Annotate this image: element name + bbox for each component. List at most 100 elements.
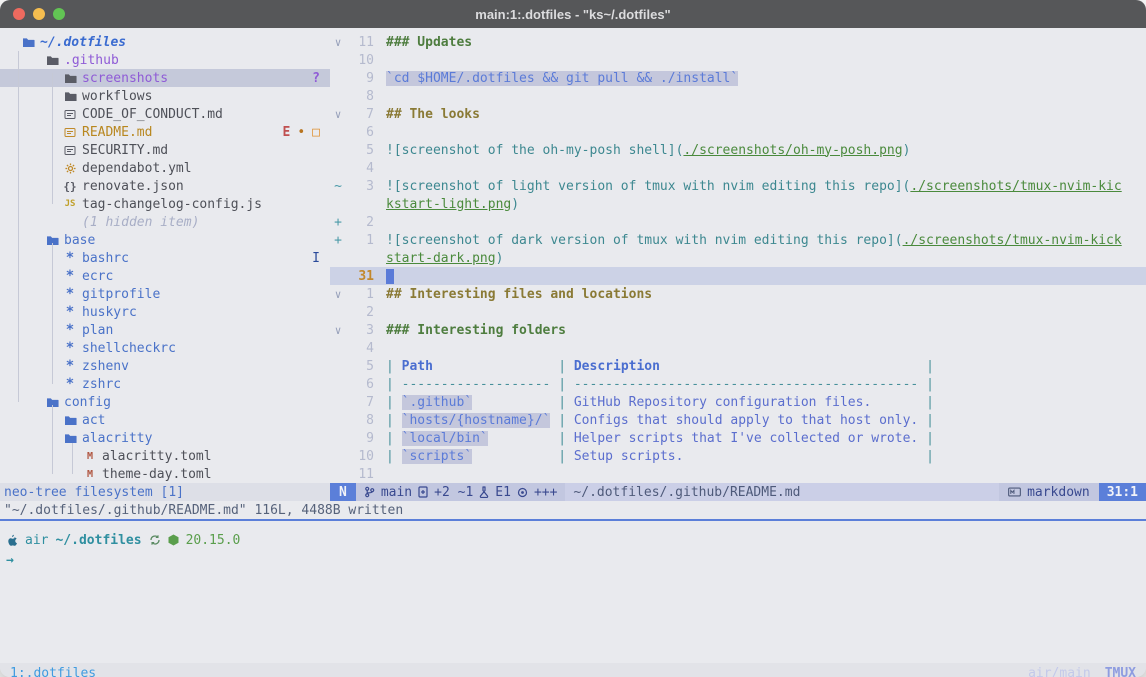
sidebar-item-alacritty-toml[interactable]: Malacritty.toml	[0, 447, 330, 465]
line-number: 9	[346, 71, 374, 86]
sidebar-item-screenshots[interactable]: screenshots?	[0, 69, 330, 87]
shell-pane[interactable]: air ~/.dotfiles 20.15.0 →	[0, 521, 1146, 638]
text-segment-plain	[683, 449, 926, 464]
dot-circle-icon	[517, 487, 528, 498]
editor-line[interactable]: 10	[330, 51, 1146, 69]
text-segment-plain	[660, 359, 926, 374]
sidebar-item-label: huskyrc	[82, 305, 137, 320]
text-segment-plain	[871, 395, 926, 410]
sidebar-item-bashrc[interactable]: *bashrcI	[0, 249, 330, 267]
editor-line[interactable]: 4	[330, 159, 1146, 177]
asterisk-icon: *	[62, 361, 78, 371]
text-segment-desc: Setup scripts.	[574, 449, 684, 464]
sidebar-item-github[interactable]: .github	[0, 51, 330, 69]
editor-line[interactable]: ∨11### Updates	[330, 33, 1146, 51]
sidebar-item-label: CODE_OF_CONDUCT.md	[82, 107, 223, 122]
text-segment-pipe: |	[386, 359, 402, 374]
tmux-window-item[interactable]: 1:.dotfiles	[10, 666, 96, 677]
sidebar-item-workflows[interactable]: workflows	[0, 87, 330, 105]
gear-icon	[62, 163, 78, 174]
sidebar-item-ecrc[interactable]: *ecrc	[0, 267, 330, 285]
editor-line[interactable]: 9| `local/bin` | Helper scripts that I'v…	[330, 429, 1146, 447]
fold-marker[interactable]: ∨	[330, 36, 346, 49]
text-segment-th: Description	[574, 359, 660, 374]
sidebar-item-zshrc[interactable]: *zshrc	[0, 375, 330, 393]
editor-line[interactable]: 11	[330, 465, 1146, 483]
editor-line[interactable]: ∨3### Interesting folders	[330, 321, 1146, 339]
sidebar-item-gitprofile[interactable]: *gitprofile	[0, 285, 330, 303]
git-status-badge: □	[312, 125, 320, 140]
text-segment-md: ![screenshot of dark version of tmux wit…	[386, 233, 903, 248]
editor-line[interactable]: ∨7## The looks	[330, 105, 1146, 123]
tmux-label: TMUX	[1105, 666, 1136, 677]
text-segment-dash: ----------------------------------------…	[574, 377, 918, 392]
cursor-position: 31:1	[1099, 483, 1146, 501]
sidebar-item-alacritty[interactable]: alacritty	[0, 429, 330, 447]
sidebar-item-label: act	[82, 413, 105, 428]
file-icon	[62, 127, 78, 138]
status-flags: +++	[534, 485, 557, 500]
line-number: 2	[346, 305, 374, 320]
git-diff: +2 ~1	[434, 485, 473, 500]
text-segment-md: ![screenshot of light version of tmux wi…	[386, 179, 910, 194]
git-status-badge: ?	[312, 71, 320, 86]
sidebar-item-readme-md[interactable]: README.mdE•□	[0, 123, 330, 141]
sidebar-item-act[interactable]: act	[0, 411, 330, 429]
editor-line[interactable]: 6	[330, 123, 1146, 141]
sidebar-item-dotfiles[interactable]: ~/.dotfiles	[0, 33, 330, 51]
fold-marker[interactable]: ∨	[330, 324, 346, 337]
sidebar-item-security-md[interactable]: SECURITY.md	[0, 141, 330, 159]
text-segment-pipe: |	[926, 413, 934, 428]
editor-line[interactable]: 2	[330, 303, 1146, 321]
editor-line[interactable]: 4	[330, 339, 1146, 357]
tmux-status-bar: 1:.dotfiles air/main TMUX	[0, 663, 1146, 677]
editor-line[interactable]: 5| Path | Description |	[330, 357, 1146, 375]
editor-line[interactable]: ~3![screenshot of light version of tmux …	[330, 177, 1146, 195]
sidebar-item-shellcheckrc[interactable]: *shellcheckrc	[0, 339, 330, 357]
sidebar-item-code-of-conduct-md[interactable]: CODE_OF_CONDUCT.md	[0, 105, 330, 123]
sidebar-item-config[interactable]: config	[0, 393, 330, 411]
line-number: 6	[346, 377, 374, 392]
line-number: 3	[346, 179, 374, 194]
text-segment-pipe: |	[386, 413, 402, 428]
sidebar-item-renovate-json[interactable]: {}renovate.json	[0, 177, 330, 195]
line-number: 2	[346, 215, 374, 230]
editor-line[interactable]: 8	[330, 87, 1146, 105]
fold-marker[interactable]: ∨	[330, 108, 346, 121]
sidebar-item-theme-day-toml[interactable]: Mtheme-day.toml	[0, 465, 330, 483]
editor-line[interactable]: 6| ------------------- | ---------------…	[330, 375, 1146, 393]
sidebar-item-base[interactable]: base	[0, 231, 330, 249]
folder-icon	[62, 415, 78, 426]
m-icon: M	[82, 451, 98, 462]
sidebar-item-zshenv[interactable]: *zshenv	[0, 357, 330, 375]
editor-line[interactable]: +2	[330, 213, 1146, 231]
editor-line[interactable]: 9`cd $HOME/.dotfiles && git pull && ./in…	[330, 69, 1146, 87]
shell-prompt: air ~/.dotfiles 20.15.0	[6, 531, 1146, 549]
sidebar-item-1-hidden-item[interactable]: (1 hidden item)	[0, 213, 330, 231]
text-segment-pipe: |	[558, 377, 574, 392]
editor-line[interactable]: start-dark.png)	[330, 249, 1146, 267]
asterisk-icon: *	[62, 379, 78, 389]
editor-pane[interactable]: ∨11### Updates109`cd $HOME/.dotfiles && …	[330, 28, 1146, 483]
editor-line[interactable]: 5![screenshot of the oh-my-posh shell](.…	[330, 141, 1146, 159]
text-segment-h3: ### Updates	[386, 35, 472, 50]
window-title: main:1:.dotfiles - "ks~/.dotfiles"	[0, 7, 1146, 22]
editor-line[interactable]: ∨1## Interesting files and locations	[330, 285, 1146, 303]
titlebar: main:1:.dotfiles - "ks~/.dotfiles"	[0, 0, 1146, 28]
editor-line[interactable]: 31	[330, 267, 1146, 285]
neotree-sidebar[interactable]: ~/.dotfiles.githubscreenshots?workflows C…	[0, 28, 330, 483]
sidebar-item-huskyrc[interactable]: *huskyrc	[0, 303, 330, 321]
editor-line[interactable]: 7| `.github` | GitHub Repository configu…	[330, 393, 1146, 411]
editor-line[interactable]: kstart-light.png)	[330, 195, 1146, 213]
diff-file-icon	[418, 486, 428, 498]
apple-icon	[6, 534, 18, 547]
text-segment-code: `hosts/{hostname}/`	[402, 413, 551, 428]
fold-marker[interactable]: ∨	[330, 288, 346, 301]
sidebar-item-plan[interactable]: *plan	[0, 321, 330, 339]
sidebar-item-dependabot-yml[interactable]: dependabot.yml	[0, 159, 330, 177]
editor-line[interactable]: +1![screenshot of dark version of tmux w…	[330, 231, 1146, 249]
sidebar-item-label: shellcheckrc	[82, 341, 176, 356]
sidebar-item-tag-changelog-config-js[interactable]: JStag-changelog-config.js	[0, 195, 330, 213]
editor-line[interactable]: 8| `hosts/{hostname}/` | Configs that sh…	[330, 411, 1146, 429]
editor-line[interactable]: 10| `scripts` | Setup scripts. |	[330, 447, 1146, 465]
